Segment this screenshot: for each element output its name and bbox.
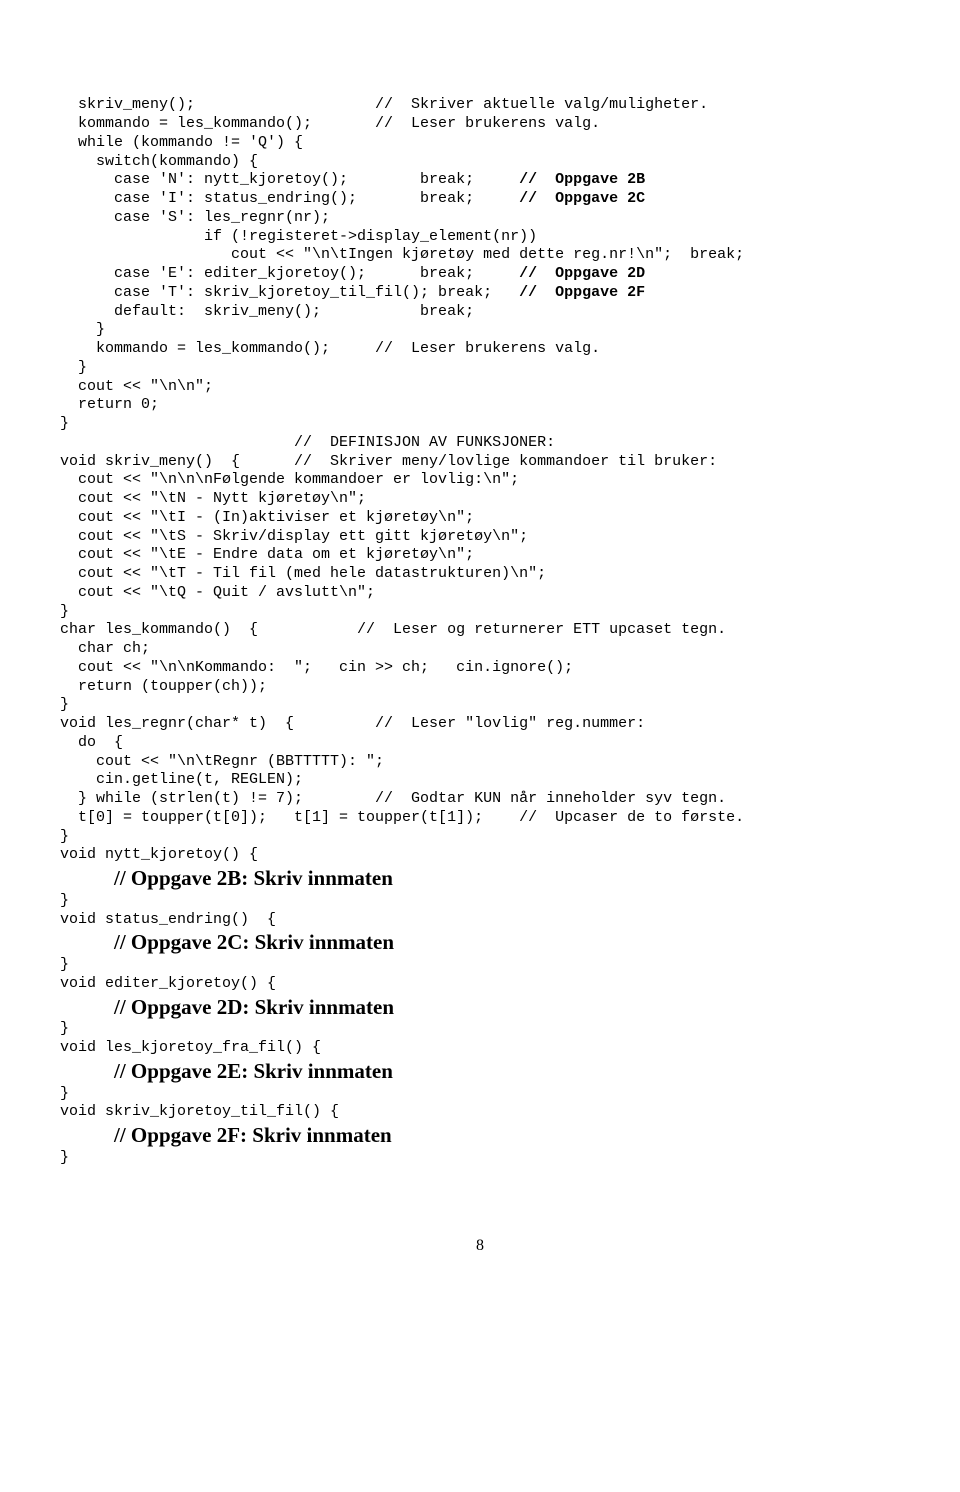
code-line: cout << "\n\tRegnr (BBTTTTT): "; <box>60 753 900 772</box>
code-line: cout << "\tT - Til fil (med hele datastr… <box>60 565 900 584</box>
code-line: void status_endring() { <box>60 911 900 930</box>
code-line: case 'I': status_endring(); break; // Op… <box>60 190 900 209</box>
code-line: } <box>60 359 900 378</box>
page-number: 8 <box>60 1236 900 1256</box>
code-line: cout << "\tI - (In)aktiviser et kjøretøy… <box>60 509 900 528</box>
code-line: case 'N': nytt_kjoretoy(); break; // Opp… <box>60 171 900 190</box>
code-listing: skriv_meny(); // Skriver aktuelle valg/m… <box>60 96 900 1167</box>
code-line: void skriv_kjoretoy_til_fil() { <box>60 1103 900 1122</box>
code-line: } while (strlen(t) != 7); // Godtar KUN … <box>60 790 900 809</box>
code-line: } <box>60 828 900 847</box>
code-line: return (toupper(ch)); <box>60 678 900 697</box>
code-line: cout << "\tE - Endre data om et kjøretøy… <box>60 546 900 565</box>
code-line: cout << "\n\tIngen kjøretøy med dette re… <box>60 246 900 265</box>
code-line: case 'S': les_regnr(nr); <box>60 209 900 228</box>
code-line: cout << "\tQ - Quit / avslutt\n"; <box>60 584 900 603</box>
code-line: } <box>60 603 900 622</box>
code-line: char ch; <box>60 640 900 659</box>
code-line: void les_kjoretoy_fra_fil() { <box>60 1039 900 1058</box>
heading-line: // Oppgave 2B: Skriv innmaten <box>114 866 393 890</box>
code-line: default: skriv_meny(); break; <box>60 303 900 322</box>
code-line: void les_regnr(char* t) { // Leser "lovl… <box>60 715 900 734</box>
code-line: case 'T': skriv_kjoretoy_til_fil(); brea… <box>60 284 900 303</box>
code-line: } <box>60 1149 900 1168</box>
code-line: void nytt_kjoretoy() { <box>60 846 900 865</box>
code-line: cout << "\n\n\nFølgende kommandoer er lo… <box>60 471 900 490</box>
code-line: kommando = les_kommando(); // Leser bruk… <box>60 340 900 359</box>
code-line: cout << "\tS - Skriv/display ett gitt kj… <box>60 528 900 547</box>
code-line: return 0; <box>60 396 900 415</box>
code-line: cin.getline(t, REGLEN); <box>60 771 900 790</box>
code-line: } <box>60 892 900 911</box>
code-line: void editer_kjoretoy() { <box>60 975 900 994</box>
code-line: } <box>60 321 900 340</box>
code-line: // DEFINISJON AV FUNKSJONER: <box>60 434 900 453</box>
code-line: } <box>60 415 900 434</box>
heading-line: // Oppgave 2F: Skriv innmaten <box>114 1123 392 1147</box>
code-line: char les_kommando() { // Leser og return… <box>60 621 900 640</box>
code-line: if (!registeret->display_element(nr)) <box>60 228 900 247</box>
code-line: } <box>60 696 900 715</box>
code-line: t[0] = toupper(t[0]); t[1] = toupper(t[1… <box>60 809 900 828</box>
code-line: cout << "\n\nKommando: "; cin >> ch; cin… <box>60 659 900 678</box>
code-line: skriv_meny(); // Skriver aktuelle valg/m… <box>60 96 900 115</box>
code-line: kommando = les_kommando(); // Leser bruk… <box>60 115 900 134</box>
code-line: switch(kommando) { <box>60 153 900 172</box>
code-line: } <box>60 956 900 975</box>
heading-line: // Oppgave 2D: Skriv innmaten <box>114 995 394 1019</box>
code-line: } <box>60 1020 900 1039</box>
heading-line: // Oppgave 2C: Skriv innmaten <box>114 930 394 954</box>
heading-line: // Oppgave 2E: Skriv innmaten <box>114 1059 393 1083</box>
code-line: do { <box>60 734 900 753</box>
code-line: cout << "\n\n"; <box>60 378 900 397</box>
code-line: } <box>60 1085 900 1104</box>
code-line: case 'E': editer_kjoretoy(); break; // O… <box>60 265 900 284</box>
code-line: while (kommando != 'Q') { <box>60 134 900 153</box>
code-line: cout << "\tN - Nytt kjøretøy\n"; <box>60 490 900 509</box>
code-line: void skriv_meny() { // Skriver meny/lovl… <box>60 453 900 472</box>
